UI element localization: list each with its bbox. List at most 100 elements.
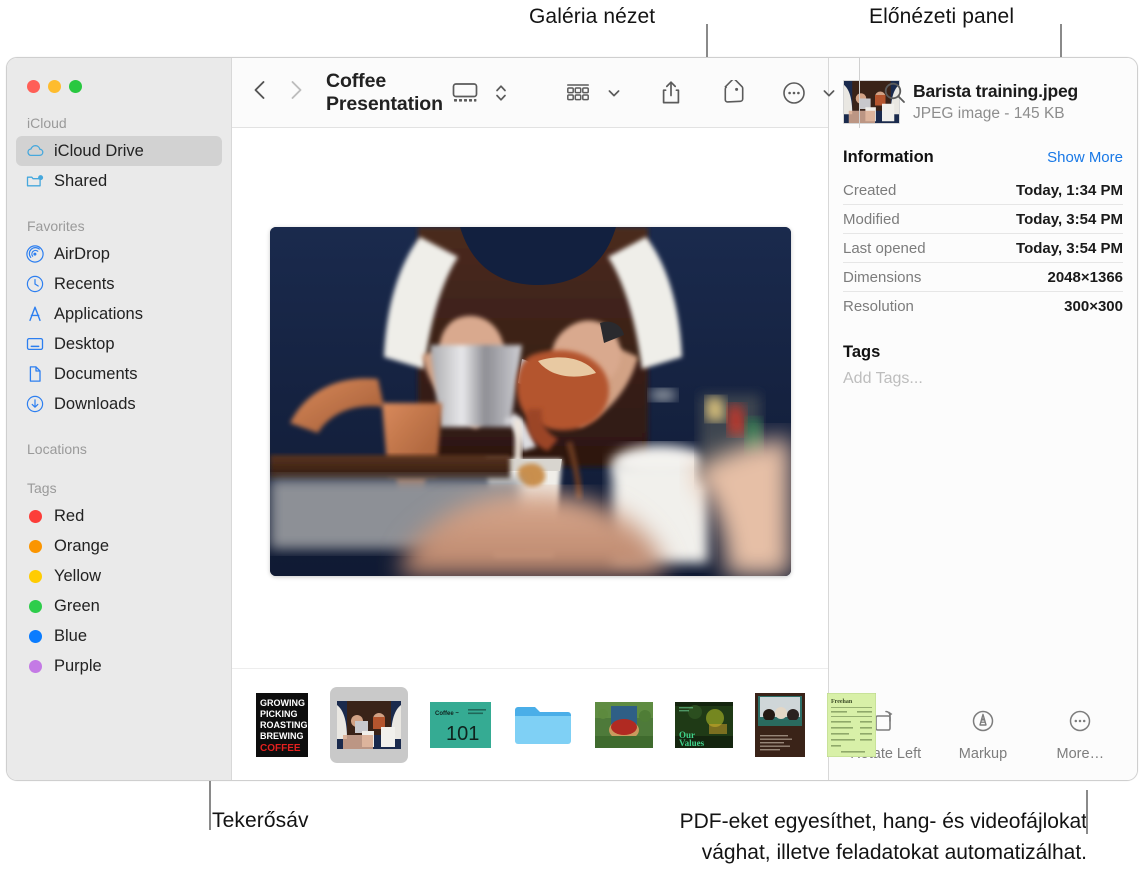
sidebar-item-tag-purple[interactable]: Purple xyxy=(16,651,222,681)
svg-text:BREWING: BREWING xyxy=(260,731,304,741)
search-icon[interactable] xyxy=(860,71,934,115)
info-label: Resolution xyxy=(843,298,914,315)
thumbnail-blue-folder[interactable] xyxy=(513,687,573,763)
tag-dot-icon xyxy=(25,536,45,556)
screenshot-stage: Galéria nézet Előnézeti panel Tekerősáv … xyxy=(0,0,1144,878)
tag-dot-icon xyxy=(25,566,45,586)
sidebar-item-tag-orange[interactable]: Orange xyxy=(16,531,222,561)
sidebar-item-tag-red[interactable]: Red xyxy=(16,501,222,531)
tag-dot-icon xyxy=(25,626,45,646)
tag-dot-icon xyxy=(25,506,45,526)
filmstrip[interactable]: GROWING PICKING ROASTING BREWING COFFEE xyxy=(232,668,876,780)
thumbnail-meeting-document[interactable] xyxy=(755,687,805,763)
sidebar-item-label: iCloud Drive xyxy=(54,141,144,160)
traffic-lights xyxy=(7,58,231,93)
sidebar-item-tag-yellow[interactable]: Yellow xyxy=(16,561,222,591)
info-row-modified: Modified Today, 3:54 PM xyxy=(843,205,1123,234)
ellipsis-circle-icon[interactable] xyxy=(774,71,814,115)
info-value: Today, 3:54 PM xyxy=(1016,239,1123,257)
gallery-view-icon[interactable] xyxy=(443,71,487,115)
gallery-main-area xyxy=(232,128,828,668)
more-actions-control[interactable] xyxy=(774,71,843,115)
sidebar-item-airdrop[interactable]: AirDrop xyxy=(16,239,222,269)
share-icon[interactable] xyxy=(652,71,690,115)
thumbnail-growing-picking-roasting-brewing-coffee-poster[interactable]: GROWING PICKING ROASTING BREWING COFFEE xyxy=(256,687,308,763)
sidebar-item-documents[interactable]: Documents xyxy=(16,359,222,389)
sidebar-item-icloud-drive[interactable]: iCloud Drive xyxy=(16,136,222,166)
svg-text:Values: Values xyxy=(679,738,705,748)
downloads-icon xyxy=(25,394,45,414)
info-row-resolution: Resolution 300×300 xyxy=(843,292,1123,321)
close-button-icon[interactable] xyxy=(27,80,40,93)
chevron-down-icon[interactable] xyxy=(600,71,628,115)
page-title: Coffee Presentation xyxy=(326,69,443,115)
sidebar-item-applications[interactable]: Applications xyxy=(16,299,222,329)
info-value: 2048×1366 xyxy=(1047,268,1124,286)
hero-image[interactable] xyxy=(269,226,791,576)
minimize-button-icon[interactable] xyxy=(48,80,61,93)
info-label: Modified xyxy=(843,210,900,228)
sidebar-item-label: Orange xyxy=(54,536,110,555)
icloud-icon xyxy=(25,141,45,161)
callout-bottom-description: PDF-eket egyesíthet, hang- és videofájlo… xyxy=(487,806,1087,868)
sidebar-item-downloads[interactable]: Downloads xyxy=(16,389,222,419)
sidebar-item-tag-green[interactable]: Green xyxy=(16,591,222,621)
toolbar-actions xyxy=(443,58,934,128)
sidebar-item-label: Blue xyxy=(54,626,88,645)
thumbnail-our-values-slide[interactable]: Our Values xyxy=(675,687,733,763)
gallery-view: GROWING PICKING ROASTING BREWING COFFEE xyxy=(232,128,876,780)
more-label: More… xyxy=(1056,746,1105,762)
callout-gallery-view: Galéria nézet xyxy=(529,5,656,28)
thumbnail-barista-training-photo[interactable] xyxy=(330,686,408,763)
sidebar-item-label: Green xyxy=(54,596,100,615)
sidebar-item-label: Desktop xyxy=(54,334,115,353)
markup-label: Markup xyxy=(958,746,1008,762)
sidebar-item-recents[interactable]: Recents xyxy=(16,269,222,299)
markup-button[interactable]: Markup xyxy=(937,708,1029,762)
sidebar-item-shared[interactable]: Shared xyxy=(16,166,222,196)
callout-scrollbar: Tekerősáv xyxy=(212,809,309,832)
svg-text:GROWING: GROWING xyxy=(260,698,305,708)
group-items-control[interactable] xyxy=(557,71,628,115)
airdrop-icon xyxy=(25,244,45,264)
info-value: 300×300 xyxy=(1064,298,1123,315)
thumbnail-coffee-101-slide[interactable]: Coffee ~ 101 xyxy=(430,687,491,763)
info-label: Last opened xyxy=(843,239,926,257)
thumbnail-green-invoice-document[interactable]: Freehan xyxy=(827,687,876,763)
sidebar-item-label: Yellow xyxy=(54,566,102,585)
navigation-arrows xyxy=(252,79,304,106)
svg-text:101: 101 xyxy=(446,723,479,745)
zoom-button-icon[interactable] xyxy=(69,80,82,93)
toolbar: Coffee Presentation xyxy=(232,58,905,128)
sidebar-item-label: Red xyxy=(54,506,85,525)
chevron-up-down-icon[interactable] xyxy=(487,71,515,115)
sidebar-item-label: AirDrop xyxy=(54,244,110,263)
sidebar-item-label: Recents xyxy=(54,274,115,293)
chevron-down-icon[interactable] xyxy=(815,71,843,115)
callout-preview-panel: Előnézeti panel xyxy=(869,5,1015,28)
add-tags-field[interactable]: Add Tags... xyxy=(829,370,1137,388)
group-items-icon[interactable] xyxy=(557,71,599,115)
sidebar-item-label: Applications xyxy=(54,304,143,323)
markup-icon xyxy=(970,708,996,739)
more-button[interactable]: More… xyxy=(1034,708,1126,762)
svg-text:COFFEE: COFFEE xyxy=(260,743,301,754)
sidebar-item-desktop[interactable]: Desktop xyxy=(16,329,222,359)
tag-icon[interactable] xyxy=(710,71,754,115)
sidebar-section-locations-title: Locations xyxy=(27,441,87,457)
information-title: Information xyxy=(843,148,934,166)
chevron-left-icon[interactable] xyxy=(252,79,267,106)
preview-panel: Barista training.jpeg JPEG image - 145 K… xyxy=(828,58,1137,780)
show-more-link[interactable]: Show More xyxy=(1047,149,1123,166)
information-rows: Created Today, 1:34 PM Modified Today, 3… xyxy=(829,176,1137,321)
thumbnail-coffee-cherries-basket-photo[interactable] xyxy=(595,687,653,763)
preview-file-name: Barista training.jpeg xyxy=(913,81,1078,101)
view-mode-control[interactable] xyxy=(443,71,515,115)
information-section-header: Information Show More xyxy=(829,148,1137,167)
ellipsis-circle-icon xyxy=(1067,708,1093,739)
sidebar-item-tag-blue[interactable]: Blue xyxy=(16,621,222,651)
finder-window: iCloud iCloud Drive Shared Favorites Air… xyxy=(6,57,1138,781)
info-value: Today, 1:34 PM xyxy=(1016,181,1123,199)
chevron-right-icon[interactable] xyxy=(289,79,304,106)
leader-bottom-description xyxy=(1086,790,1088,834)
